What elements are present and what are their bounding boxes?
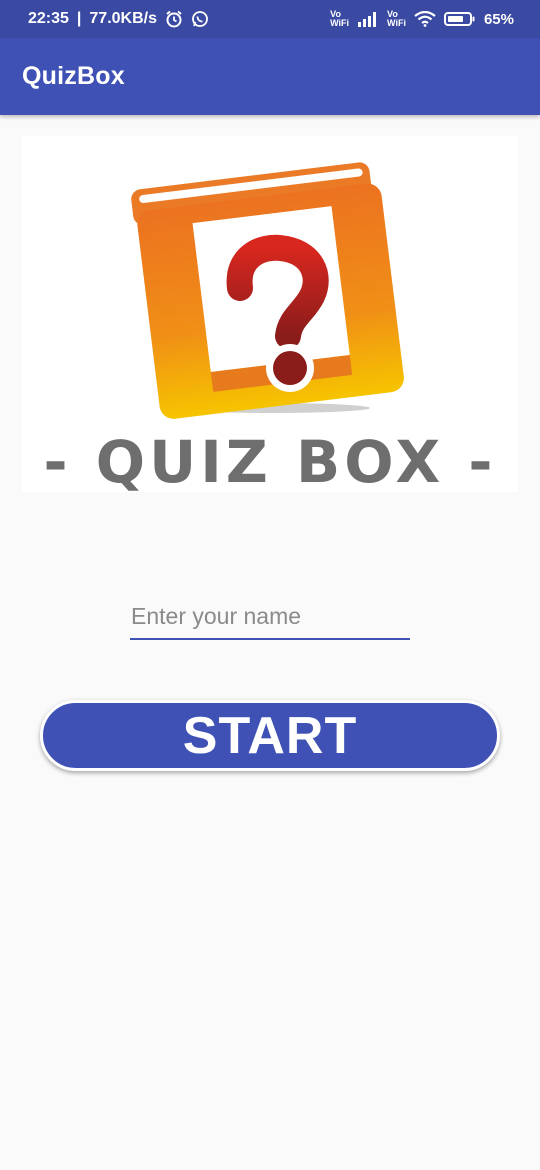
logo-text: - QUIZ BOX - [44, 428, 497, 492]
battery-icon [443, 11, 476, 27]
wifi-icon [414, 11, 436, 27]
app-title: QuizBox [22, 62, 125, 90]
quiz-box-logo-image: - QUIZ BOX - [44, 162, 497, 492]
status-separator: | [76, 10, 82, 27]
vowifi-indicator-1: Vo WiFi [330, 10, 349, 28]
status-right: Vo WiFi Vo WiFi 65% [330, 10, 514, 28]
signal-icon [357, 11, 379, 27]
status-bar: 22:35 | 77.0KB/s Vo WiFi Vo WiFi 65% [0, 0, 540, 38]
vowifi-2-bottom: WiFi [387, 18, 406, 28]
start-button[interactable]: START [40, 700, 500, 771]
quiz-box-logo: - QUIZ BOX - [22, 136, 518, 492]
battery-percent: 65% [483, 10, 514, 28]
app-bar: QuizBox [0, 38, 540, 115]
status-time: 22:35 [28, 10, 69, 27]
network-speed: 77.0KB/s [89, 10, 157, 27]
status-left: 22:35 | 77.0KB/s [28, 10, 209, 28]
whatsapp-icon [191, 10, 209, 28]
vowifi-1-bottom: WiFi [330, 18, 350, 28]
vowifi-indicator-2: Vo WiFi [387, 10, 406, 28]
name-input[interactable] [130, 600, 410, 640]
alarm-icon [165, 10, 183, 28]
